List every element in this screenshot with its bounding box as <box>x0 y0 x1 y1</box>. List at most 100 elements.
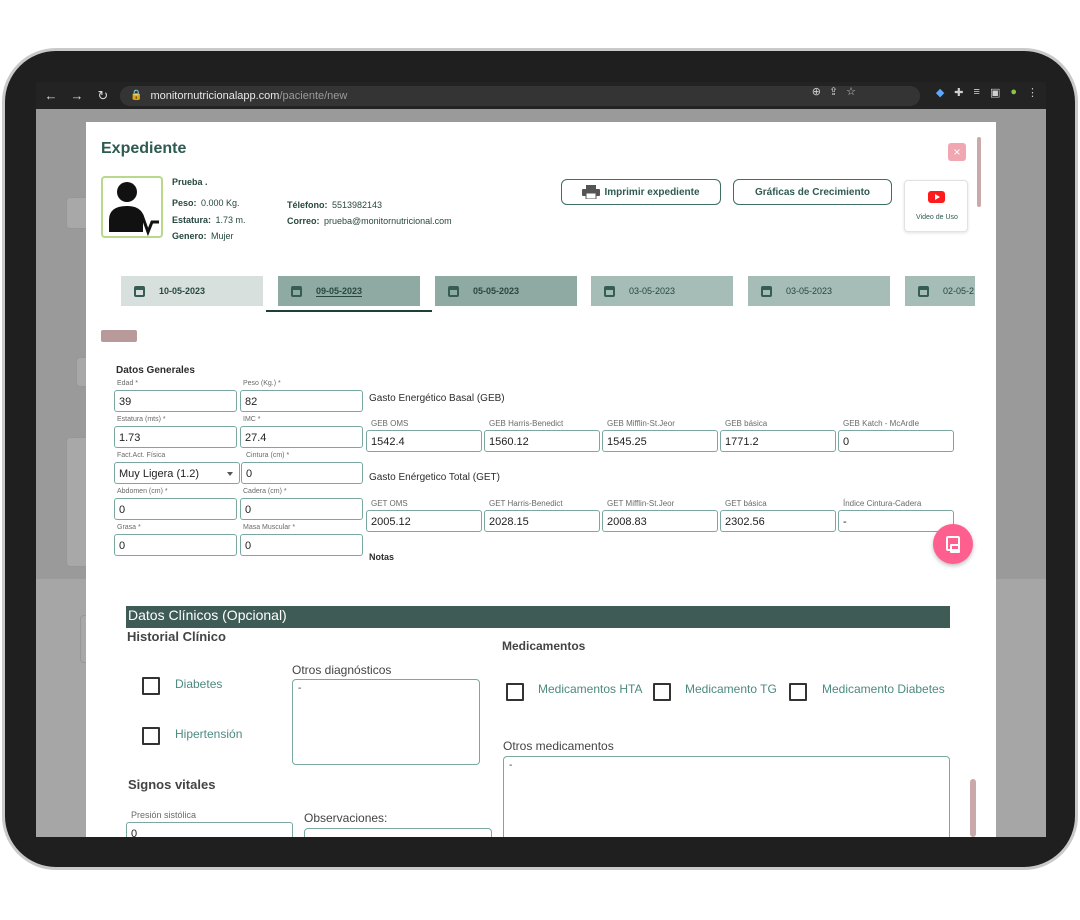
get-basica-input[interactable]: 2302.56 <box>720 510 836 532</box>
modal-scrollbar[interactable] <box>977 137 981 207</box>
hipertension-checkbox[interactable] <box>142 727 160 745</box>
patient-name: Prueba . <box>172 177 208 187</box>
peso-label: Peso (Kg.) * <box>243 380 281 387</box>
med-tg-checkbox[interactable] <box>653 683 671 701</box>
edad-input[interactable]: 39 <box>114 390 237 412</box>
date-tab-label: 09-05-2023 <box>316 285 363 297</box>
abdomen-label: Abdomen (cm) * <box>117 488 168 495</box>
save-icon <box>946 536 960 553</box>
estatura-label: Estatura (mts) * <box>117 416 166 423</box>
calendar-icon <box>604 285 615 297</box>
signos-vitales-title: Signos vitales <box>128 777 216 792</box>
geb-katch-input[interactable]: 0 <box>838 430 954 452</box>
video-tutorial-button[interactable]: Video de Uso <box>904 180 968 232</box>
close-button[interactable]: × <box>948 143 966 161</box>
waist-hip-index-input[interactable]: - <box>838 510 954 532</box>
geb-basica-input[interactable]: 1771.2 <box>720 430 836 452</box>
get-harris-input[interactable]: 2028.15 <box>484 510 600 532</box>
clinical-scrollbar[interactable] <box>970 779 976 837</box>
print-record-label: Imprimir expediente <box>604 186 700 198</box>
date-tab-label: 02-05-2 <box>943 286 975 296</box>
get-harris-label: GET Harris-Benedict <box>489 499 563 508</box>
otros-diagnosticos-textarea[interactable]: - <box>292 679 480 765</box>
med-diabetes-checkbox[interactable] <box>789 683 807 701</box>
apple-extension-icon[interactable]: ● <box>1010 86 1017 99</box>
diabetes-checkbox[interactable] <box>142 677 160 695</box>
save-button[interactable] <box>933 524 973 564</box>
peso-input[interactable]: 82 <box>240 390 363 412</box>
medicamentos-title: Medicamentos <box>502 639 586 653</box>
get-mifflin-label: GET Mifflin-St.Jeor <box>607 499 675 508</box>
edad-label: Edad * <box>117 380 139 387</box>
historial-title: Historial Clínico <box>127 629 226 644</box>
extensions-puzzle-icon[interactable]: ✚ <box>954 86 963 99</box>
med-tg-label: Medicamento TG <box>685 682 777 696</box>
date-tab-label: 03-05-2023 <box>786 286 833 296</box>
date-tab[interactable]: 02-05-2 <box>905 276 975 306</box>
activity-factor-select[interactable]: Muy Ligera (1.2) <box>114 462 240 484</box>
observaciones-textarea[interactable] <box>304 828 492 837</box>
otros-diagnosticos-label: Otros diagnósticos <box>292 663 392 677</box>
date-tab-label: 10-05-2023 <box>159 286 206 296</box>
calendar-icon <box>291 285 302 297</box>
geb-oms-label: GEB OMS <box>371 419 409 428</box>
geb-harris-input[interactable]: 1560.12 <box>484 430 600 452</box>
growth-charts-button[interactable]: Gráficas de Crecimiento <box>733 179 892 205</box>
get-mifflin-input[interactable]: 2008.83 <box>602 510 718 532</box>
patient-email: Correo: prueba@monitornutricional.com <box>287 216 452 226</box>
clinical-data-section: Datos Clínicos (Opcional) Historial Clín… <box>86 579 996 837</box>
browser-menu-icon[interactable]: ⋮ <box>1027 86 1038 99</box>
collapse-toggle[interactable] <box>101 330 137 342</box>
youtube-icon <box>928 191 945 203</box>
date-tab[interactable]: 05-05-2023 <box>435 276 577 306</box>
share-icon[interactable]: ⇪ <box>829 85 838 98</box>
presion-sistolica-input[interactable]: 0 <box>126 822 293 837</box>
reading-list-icon[interactable]: ≡ <box>974 86 980 99</box>
abdomen-input[interactable]: 0 <box>114 498 237 520</box>
back-icon[interactable]: ← <box>40 88 62 103</box>
presion-sistolica-label: Presión sistólica <box>131 810 197 820</box>
expediente-modal: Expediente × Prueba . Peso: 0.000 Kg. Es… <box>86 122 996 582</box>
bookmark-star-icon[interactable]: ☆ <box>846 85 856 98</box>
date-tab[interactable]: 03-05-2023 <box>748 276 890 306</box>
otros-medicamentos-textarea[interactable]: - <box>503 756 950 837</box>
diabetes-label: Diabetes <box>175 677 223 691</box>
get-oms-input[interactable]: 2005.12 <box>366 510 482 532</box>
geb-mifflin-input[interactable]: 1545.25 <box>602 430 718 452</box>
clinical-title: Datos Clínicos (Opcional) <box>128 607 287 623</box>
calendar-icon <box>448 285 459 297</box>
imc-label: IMC * <box>243 416 261 423</box>
med-diabetes-label: Medicamento Diabetes <box>822 682 945 696</box>
date-tab[interactable]: 03-05-2023 <box>591 276 733 306</box>
video-tutorial-label: Video de Uso <box>916 214 958 221</box>
print-record-button[interactable]: Imprimir expediente <box>561 179 721 205</box>
cadera-input[interactable]: 0 <box>240 498 363 520</box>
geb-harris-label: GEB Harris-Benedict <box>489 419 564 428</box>
notas-label: Notas <box>369 552 395 562</box>
patient-avatar <box>101 176 163 238</box>
date-tab-active[interactable]: 09-05-2023 <box>278 276 420 306</box>
zoom-icon[interactable]: ⊕ <box>812 85 821 98</box>
side-panel-icon[interactable]: ▣ <box>990 86 1000 99</box>
date-tab-label: 03-05-2023 <box>629 286 676 296</box>
date-tab[interactable]: 10-05-2023 <box>121 276 263 306</box>
reload-icon[interactable]: ↻ <box>92 88 114 104</box>
imc-input[interactable]: 27.4 <box>240 426 363 448</box>
hipertension-label: Hipertensión <box>175 727 243 741</box>
screen: ← → ↻ 🔒 monitornutricionalapp.com /pacie… <box>36 82 1046 837</box>
cintura-input[interactable]: 0 <box>241 462 363 484</box>
user-vitals-icon <box>109 182 159 237</box>
modal-title: Expediente <box>101 140 187 157</box>
get-oms-label: GET OMS <box>371 499 408 508</box>
geb-oms-input[interactable]: 1542.4 <box>366 430 482 452</box>
forward-icon[interactable]: → <box>66 88 88 103</box>
grasa-input[interactable]: 0 <box>114 534 237 556</box>
extension-diamond-icon[interactable]: ◆ <box>936 86 944 99</box>
masa-muscular-input[interactable]: 0 <box>240 534 363 556</box>
estatura-input[interactable]: 1.73 <box>114 426 237 448</box>
geb-title: Gasto Energético Basal (GEB) <box>369 393 505 404</box>
observaciones-label: Observaciones: <box>304 811 388 825</box>
med-hta-checkbox[interactable] <box>506 683 524 701</box>
printer-icon <box>582 185 601 199</box>
address-bar[interactable]: 🔒 monitornutricionalapp.com /paciente/ne… <box>120 85 920 106</box>
